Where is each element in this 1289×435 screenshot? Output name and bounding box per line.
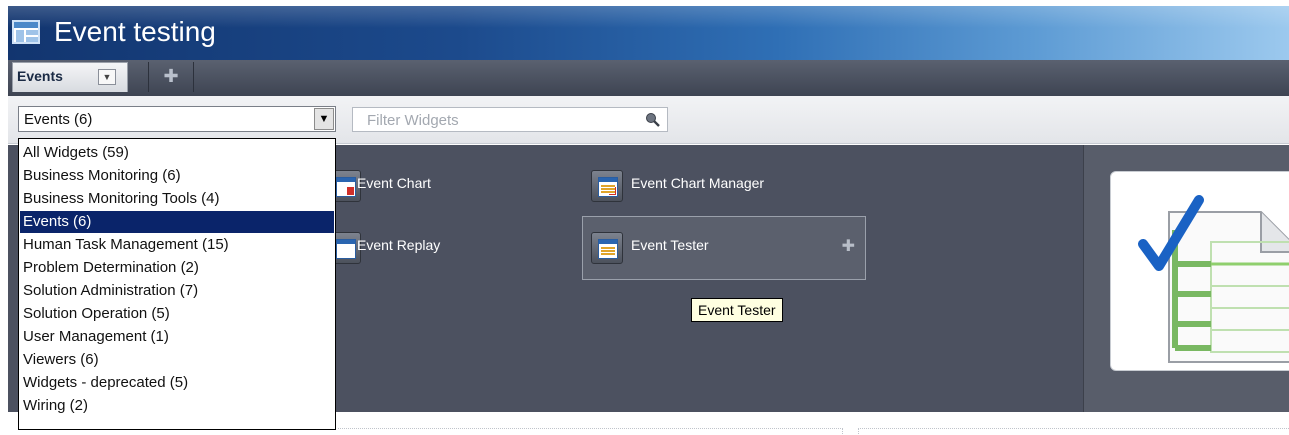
dropdown-option[interactable]: Solution Administration (7) — [20, 280, 334, 302]
dropdown-option[interactable]: User Management (1) — [20, 326, 334, 348]
filter-widgets-field[interactable] — [352, 107, 668, 132]
tester-icon — [591, 232, 623, 264]
dashboard-app-icon — [12, 20, 40, 44]
dropdown-option[interactable]: All Widgets (59) — [20, 142, 334, 164]
tab-label: Events — [17, 68, 63, 84]
bottom-panel-right — [858, 428, 1289, 435]
chart-manager-icon — [591, 170, 623, 202]
chevron-down-icon[interactable]: ▼ — [314, 108, 334, 130]
dropdown-option-selected[interactable]: Events (6) — [20, 211, 334, 233]
dropdown-option[interactable]: Solution Operation (5) — [20, 303, 334, 325]
category-dropdown-list: All Widgets (59) Business Monitoring (6)… — [18, 138, 336, 430]
filter-widgets-input[interactable] — [367, 111, 627, 129]
dropdown-option[interactable]: Problem Determination (2) — [20, 257, 334, 279]
dropdown-option[interactable]: Business Monitoring Tools (4) — [20, 188, 334, 210]
bottom-panel-left — [338, 428, 843, 435]
tab-events[interactable]: Events ▼ — [12, 62, 128, 92]
widget-event-tester[interactable]: Event Tester ✚ — [582, 216, 866, 280]
dropdown-option[interactable]: Human Task Management (15) — [20, 234, 334, 256]
widget-label: Event Tester — [631, 237, 709, 253]
tab-menu-chevron-down-icon[interactable]: ▼ — [98, 69, 116, 85]
category-select[interactable]: Events (6) ▼ — [18, 106, 336, 132]
search-icon[interactable] — [645, 112, 661, 128]
widget-preview-panel — [1083, 145, 1289, 412]
checklist-document-icon — [1138, 195, 1289, 363]
dropdown-option[interactable]: Business Monitoring (6) — [20, 165, 334, 187]
title-bar: Event testing — [8, 6, 1289, 64]
dropdown-option[interactable]: Wiring (2) — [20, 395, 334, 417]
widget-label: Event Chart Manager — [631, 175, 765, 191]
add-widget-plus-icon[interactable]: ✚ — [842, 236, 855, 256]
dropdown-option[interactable]: Widgets - deprecated (5) — [20, 372, 334, 394]
widget-event-chart[interactable]: Event Chart — [320, 155, 570, 217]
tab-strip: Events ▼ ✚ — [8, 60, 1289, 96]
widget-event-chart-manager[interactable]: Event Chart Manager — [582, 155, 866, 217]
category-select-value: Events (6) — [24, 111, 93, 128]
filter-bar: Events (6) ▼ — [8, 96, 1289, 144]
widget-event-replay[interactable]: Event Replay — [320, 217, 570, 279]
page-title: Event testing — [54, 16, 216, 47]
dropdown-option[interactable]: Viewers (6) — [20, 349, 334, 371]
widget-tooltip: Event Tester — [691, 298, 783, 322]
add-tab-plus-icon[interactable]: ✚ — [148, 62, 194, 92]
widget-label: Event Chart — [357, 175, 431, 191]
preview-thumbnail — [1110, 171, 1289, 371]
widget-label: Event Replay — [357, 237, 441, 253]
